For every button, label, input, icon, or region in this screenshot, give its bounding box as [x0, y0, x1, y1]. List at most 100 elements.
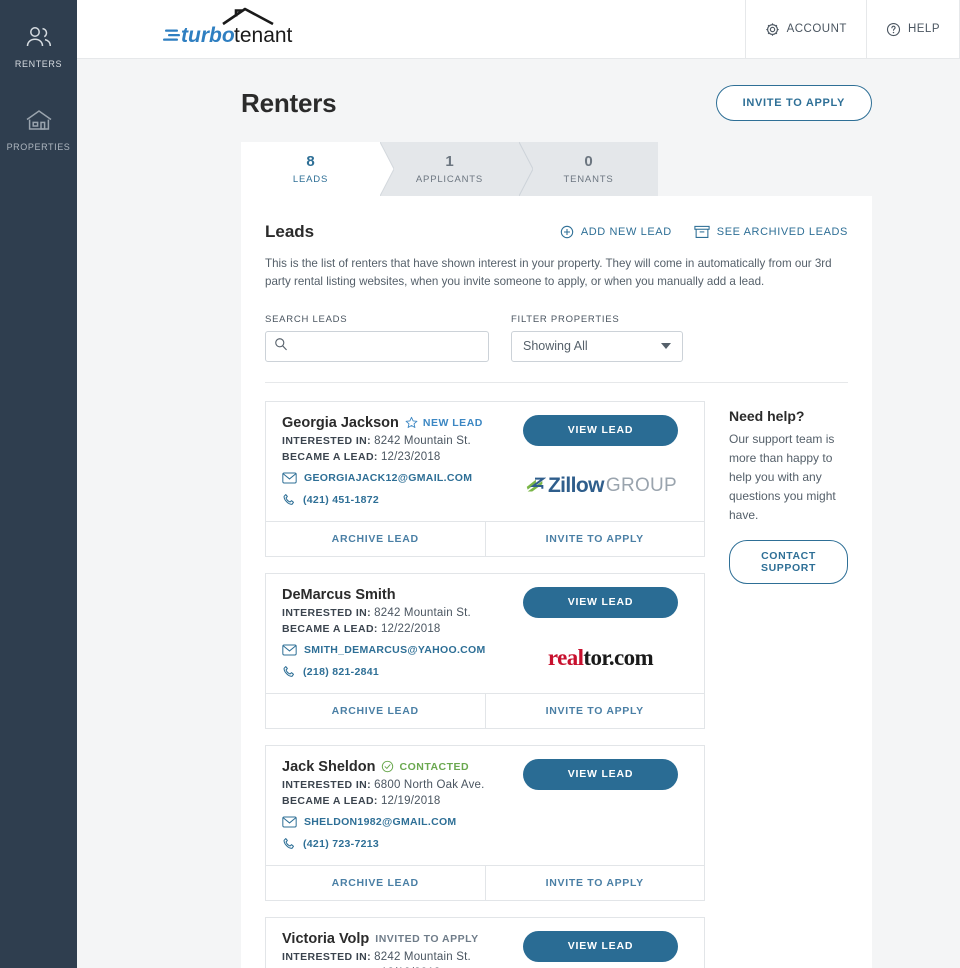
- add-new-lead-button[interactable]: ADD NEW LEAD: [560, 225, 672, 239]
- realtor-logo: realtor.com: [547, 644, 654, 671]
- add-new-lead-label: ADD NEW LEAD: [580, 226, 672, 238]
- help-button[interactable]: HELP: [865, 0, 960, 59]
- sidebar: RENTERS PROPERTIES: [0, 0, 77, 968]
- tab-tenants-label: TENANTS: [563, 173, 614, 185]
- see-archived-leads-button[interactable]: SEE ARCHIVED LEADS: [694, 225, 848, 239]
- lead-email-row[interactable]: GEORGIAJACK12@GMAIL.COM: [282, 472, 513, 484]
- svg-text:tenant: tenant: [234, 24, 293, 47]
- lead-property-row: INTERESTED IN: 8242 Mountain St.: [282, 607, 513, 619]
- view-lead-button[interactable]: VIEW LEAD: [523, 930, 678, 962]
- tab-tenants[interactable]: 0 TENANTS: [519, 142, 658, 196]
- gear-icon: [765, 22, 780, 37]
- turbotenant-logo[interactable]: turbo tenant: [161, 7, 293, 51]
- lead-phone-row[interactable]: (218) 821-2841: [282, 665, 513, 679]
- archive-lead-button[interactable]: ARCHIVE LEAD: [266, 866, 485, 900]
- topbar-actions: ACCOUNT HELP: [744, 0, 960, 59]
- realtor-logo-part1: real: [547, 644, 584, 670]
- phone-icon: [282, 665, 296, 679]
- lead-card-right: VIEW LEAD: [513, 930, 688, 968]
- see-archived-leads-label: SEE ARCHIVED LEADS: [716, 226, 848, 238]
- tab-applicants[interactable]: 1 APPLICANTS: [380, 142, 533, 196]
- lead-email-row[interactable]: SMITH_DEMARCUS@YAHOO.COM: [282, 644, 513, 656]
- stage-tabs: 8 LEADS 1 APPLICANTS 0 TENANTS: [241, 142, 658, 196]
- lead-name: DeMarcus Smith: [282, 586, 396, 603]
- question-circle-icon: [886, 22, 901, 37]
- lead-info: Victoria Volp INVITED TO APPLY INTERESTE…: [282, 931, 513, 968]
- sidebar-item-label-properties: PROPERTIES: [6, 142, 71, 152]
- lead-property: 6800 North Oak Ave.: [374, 778, 485, 791]
- lead-card-body: Jack Sheldon CONTACTED INTERESTED IN: 68…: [266, 746, 704, 865]
- zillow-group-word: GROUP: [605, 474, 678, 496]
- lead-property: 8242 Mountain St.: [374, 606, 471, 619]
- search-leads-box[interactable]: [265, 330, 489, 362]
- sidebar-item-renters[interactable]: RENTERS: [0, 14, 77, 79]
- invite-to-apply-button[interactable]: INVITE TO APPLY: [484, 865, 705, 900]
- leads-panel: Leads ADD NEW LEAD SEE ARCHIVED LEADS Th…: [241, 196, 872, 968]
- realtor-logo-part2: tor.com: [583, 644, 654, 670]
- lead-phone-row[interactable]: (421) 451-1872: [282, 493, 513, 507]
- search-icon: [274, 337, 288, 356]
- search-leads-group: SEARCH LEADS: [265, 314, 489, 362]
- status-badge-label: NEW LEAD: [422, 416, 483, 429]
- lead-email-row[interactable]: SHELDON1982@GMAIL.COM: [282, 816, 513, 828]
- lead-card: Georgia Jackson NEW LEAD INTERESTED IN: …: [265, 400, 705, 557]
- leads-description: This is the list of renters that have sh…: [265, 257, 832, 288]
- topbar: turbo tenant ACCOUNT HELP: [77, 0, 960, 59]
- sidebar-item-properties[interactable]: PROPERTIES: [0, 97, 77, 162]
- need-help-title: Need help?: [729, 407, 805, 424]
- view-lead-button[interactable]: VIEW LEAD: [523, 414, 678, 446]
- lead-card-actions: ARCHIVE LEAD INVITE TO APPLY: [266, 864, 705, 900]
- lead-name: Georgia Jackson: [282, 414, 399, 431]
- lead-property: 8242 Mountain St.: [374, 434, 471, 447]
- tab-tenants-count: 0: [584, 153, 593, 171]
- archive-lead-button[interactable]: ARCHIVE LEAD: [266, 522, 485, 556]
- lead-property-row: INTERESTED IN: 8242 Mountain St.: [282, 435, 513, 447]
- lead-card-body: Georgia Jackson NEW LEAD INTERESTED IN: …: [266, 402, 704, 521]
- filters: SEARCH LEADS FILTER PROPERTIES Showing A…: [265, 314, 848, 362]
- invite-to-apply-button[interactable]: INVITE TO APPLY: [484, 693, 705, 728]
- search-leads-label: SEARCH LEADS: [265, 313, 348, 325]
- invite-to-apply-button[interactable]: INVITE TO APPLY: [715, 85, 872, 121]
- lead-info: Jack Sheldon CONTACTED INTERESTED IN: 68…: [282, 759, 513, 851]
- lead-name-row: Georgia Jackson NEW LEAD: [282, 415, 513, 431]
- interested-in-label: INTERESTED IN:: [282, 950, 372, 963]
- phone-icon: [282, 837, 296, 851]
- account-button[interactable]: ACCOUNT: [744, 0, 866, 59]
- view-lead-button[interactable]: VIEW LEAD: [523, 586, 678, 618]
- filter-properties-value: Showing All: [523, 339, 588, 354]
- page-header: Renters INVITE TO APPLY: [77, 59, 960, 121]
- lead-name-row: Jack Sheldon CONTACTED: [282, 759, 513, 775]
- view-lead-button[interactable]: VIEW LEAD: [523, 758, 678, 790]
- lead-card: Jack Sheldon CONTACTED INTERESTED IN: 68…: [265, 744, 705, 901]
- tab-leads[interactable]: 8 LEADS: [241, 142, 394, 196]
- account-label: ACCOUNT: [786, 23, 847, 35]
- lead-date: 12/23/2018: [380, 450, 441, 463]
- lead-card-actions: ARCHIVE LEAD INVITE TO APPLY: [266, 692, 705, 728]
- page-title: Renters: [241, 87, 337, 118]
- tab-leads-label: LEADS: [292, 173, 329, 185]
- invite-to-apply-button[interactable]: INVITE TO APPLY: [484, 521, 705, 556]
- lead-card-actions: ARCHIVE LEAD INVITE TO APPLY: [266, 520, 705, 556]
- lead-name: Jack Sheldon: [282, 758, 376, 775]
- lead-card: DeMarcus Smith INTERESTED IN: 8242 Mount…: [265, 572, 705, 729]
- panel-actions: ADD NEW LEAD SEE ARCHIVED LEADS: [560, 225, 848, 239]
- lead-phone-row[interactable]: (421) 723-7213: [282, 837, 513, 851]
- tab-applicants-label: APPLICANTS: [415, 173, 484, 185]
- main-area: turbo tenant ACCOUNT HELP Renters INVITE…: [77, 0, 960, 968]
- search-input[interactable]: [294, 339, 480, 354]
- lead-property-row: INTERESTED IN: 8242 Mountain St.: [282, 951, 513, 963]
- chevron-down-icon: [661, 343, 671, 350]
- became-a-lead-label: BECAME A LEAD:: [282, 794, 378, 807]
- filter-properties-select[interactable]: Showing All: [511, 330, 683, 362]
- lead-date-row: BECAME A LEAD: 12/19/2018: [282, 795, 513, 807]
- archive-lead-button[interactable]: ARCHIVE LEAD: [266, 694, 485, 728]
- status-badge: NEW LEAD: [405, 416, 483, 429]
- chevron-right-icon: [519, 142, 533, 196]
- contact-support-button[interactable]: CONTACT SUPPORT: [729, 539, 848, 584]
- filter-properties-label: FILTER PROPERTIES: [511, 313, 620, 325]
- people-icon: [24, 22, 54, 52]
- phone-icon: [282, 493, 296, 507]
- status-badge-label: CONTACTED: [399, 760, 470, 773]
- filter-properties-group: FILTER PROPERTIES Showing All: [511, 314, 683, 362]
- leads-body: Georgia Jackson NEW LEAD INTERESTED IN: …: [265, 383, 848, 968]
